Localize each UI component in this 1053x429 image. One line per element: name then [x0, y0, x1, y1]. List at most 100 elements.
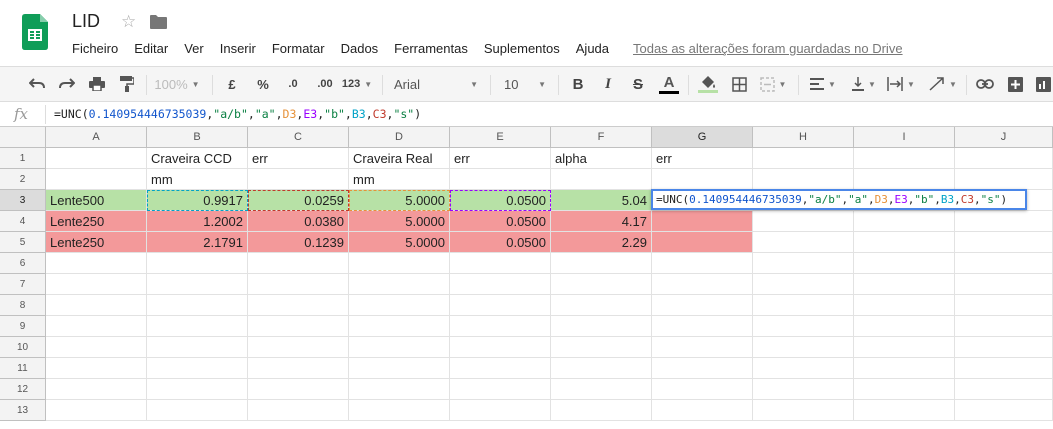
cell-i5[interactable] — [854, 232, 955, 253]
row-header-10[interactable]: 10 — [0, 337, 46, 358]
cell-e5[interactable]: 0.0500 — [450, 232, 551, 253]
text-wrap-select[interactable]: ▼ — [886, 67, 916, 101]
cell-e13[interactable] — [450, 400, 551, 421]
cell-d9[interactable] — [349, 316, 450, 337]
column-header-b[interactable]: B — [147, 127, 248, 148]
cell-c13[interactable] — [248, 400, 349, 421]
cell-b7[interactable] — [147, 274, 248, 295]
row-header-13[interactable]: 13 — [0, 400, 46, 421]
bold-button[interactable]: B — [568, 67, 588, 101]
column-header-i[interactable]: I — [854, 127, 955, 148]
cell-d4[interactable]: 5.0000 — [349, 211, 450, 232]
menu-tools[interactable]: Ferramentas — [386, 39, 476, 58]
cell-a12[interactable] — [46, 379, 147, 400]
cell-c2[interactable] — [248, 169, 349, 190]
redo-icon[interactable] — [56, 67, 78, 101]
column-header-h[interactable]: H — [753, 127, 854, 148]
cell-h6[interactable] — [753, 253, 854, 274]
menu-format[interactable]: Formatar — [264, 39, 333, 58]
cell-b12[interactable] — [147, 379, 248, 400]
cell-i4[interactable] — [854, 211, 955, 232]
cell-h4[interactable] — [753, 211, 854, 232]
more-formats-select[interactable]: 123 ▼ — [340, 67, 374, 101]
cell-h1[interactable] — [753, 148, 854, 169]
cell-d3[interactable]: 5.0000 — [349, 190, 450, 211]
cell-c10[interactable] — [248, 337, 349, 358]
cell-h2[interactable] — [753, 169, 854, 190]
cell-j13[interactable] — [955, 400, 1053, 421]
cell-i10[interactable] — [854, 337, 955, 358]
vertical-align-select[interactable]: ▼ — [850, 67, 878, 101]
column-header-c[interactable]: C — [248, 127, 349, 148]
cell-a5[interactable]: Lente250 — [46, 232, 147, 253]
merge-cells-select[interactable]: ▼ — [756, 67, 790, 101]
increase-decimal-button[interactable]: .00 — [312, 67, 338, 101]
row-header-7[interactable]: 7 — [0, 274, 46, 295]
currency-button[interactable]: £ — [222, 67, 242, 101]
cell-a7[interactable] — [46, 274, 147, 295]
cell-j11[interactable] — [955, 358, 1053, 379]
column-header-g[interactable]: G — [652, 127, 753, 148]
cell-c6[interactable] — [248, 253, 349, 274]
cell-i9[interactable] — [854, 316, 955, 337]
folder-icon[interactable] — [150, 15, 167, 29]
active-cell-editor[interactable]: =UNC(0.140954446735039, "a/b", "a", D3, E3, "… — [651, 189, 1027, 210]
insert-link-icon[interactable] — [974, 67, 996, 101]
cell-e3[interactable]: 0.0500 — [450, 190, 551, 211]
cell-j5[interactable] — [955, 232, 1053, 253]
cell-c5[interactable]: 0.1239 — [248, 232, 349, 253]
cell-i1[interactable] — [854, 148, 955, 169]
cell-a10[interactable] — [46, 337, 147, 358]
cell-b10[interactable] — [147, 337, 248, 358]
cell-a8[interactable] — [46, 295, 147, 316]
cell-j10[interactable] — [955, 337, 1053, 358]
row-header-8[interactable]: 8 — [0, 295, 46, 316]
row-header-3[interactable]: 3 — [0, 190, 46, 211]
save-status-link[interactable]: Todas as alterações foram guardadas no D… — [625, 39, 911, 58]
cell-j4[interactable] — [955, 211, 1053, 232]
paint-format-icon[interactable] — [116, 67, 138, 101]
column-header-a[interactable]: A — [46, 127, 147, 148]
cell-g5[interactable] — [652, 232, 753, 253]
cell-f10[interactable] — [551, 337, 652, 358]
cell-b11[interactable] — [147, 358, 248, 379]
row-header-11[interactable]: 11 — [0, 358, 46, 379]
cell-f11[interactable] — [551, 358, 652, 379]
cell-g9[interactable] — [652, 316, 753, 337]
cell-g6[interactable] — [652, 253, 753, 274]
cell-b4[interactable]: 1.2002 — [147, 211, 248, 232]
cell-j7[interactable] — [955, 274, 1053, 295]
menu-edit[interactable]: Editar — [126, 39, 176, 58]
cell-d12[interactable] — [349, 379, 450, 400]
menu-data[interactable]: Dados — [333, 39, 387, 58]
cell-g1[interactable]: err — [652, 148, 753, 169]
cell-g11[interactable] — [652, 358, 753, 379]
cell-d2[interactable]: mm — [349, 169, 450, 190]
font-family-select[interactable]: Arial ▼ — [392, 67, 482, 101]
cell-d5[interactable]: 5.0000 — [349, 232, 450, 253]
cell-c12[interactable] — [248, 379, 349, 400]
cell-f9[interactable] — [551, 316, 652, 337]
cell-h8[interactable] — [753, 295, 854, 316]
percent-button[interactable]: % — [252, 67, 274, 101]
font-size-select[interactable]: 10 ▼ — [500, 67, 550, 101]
insert-chart-icon[interactable] — [1032, 67, 1053, 101]
cell-a6[interactable] — [46, 253, 147, 274]
cell-f5[interactable]: 2.29 — [551, 232, 652, 253]
formula-input[interactable]: =UNC(0.140954446735039,"a/b","a",D3,E3,"… — [54, 107, 421, 121]
cell-h10[interactable] — [753, 337, 854, 358]
cell-b1[interactable]: Craveira CCD — [147, 148, 248, 169]
column-header-d[interactable]: D — [349, 127, 450, 148]
cell-a1[interactable] — [46, 148, 147, 169]
cell-i13[interactable] — [854, 400, 955, 421]
strikethrough-button[interactable]: S — [628, 67, 648, 101]
cell-d11[interactable] — [349, 358, 450, 379]
column-header-e[interactable]: E — [450, 127, 551, 148]
borders-icon[interactable] — [728, 67, 750, 101]
cell-a2[interactable] — [46, 169, 147, 190]
cell-h12[interactable] — [753, 379, 854, 400]
menu-insert[interactable]: Inserir — [212, 39, 264, 58]
cell-g4[interactable] — [652, 211, 753, 232]
cell-i2[interactable] — [854, 169, 955, 190]
cell-g10[interactable] — [652, 337, 753, 358]
